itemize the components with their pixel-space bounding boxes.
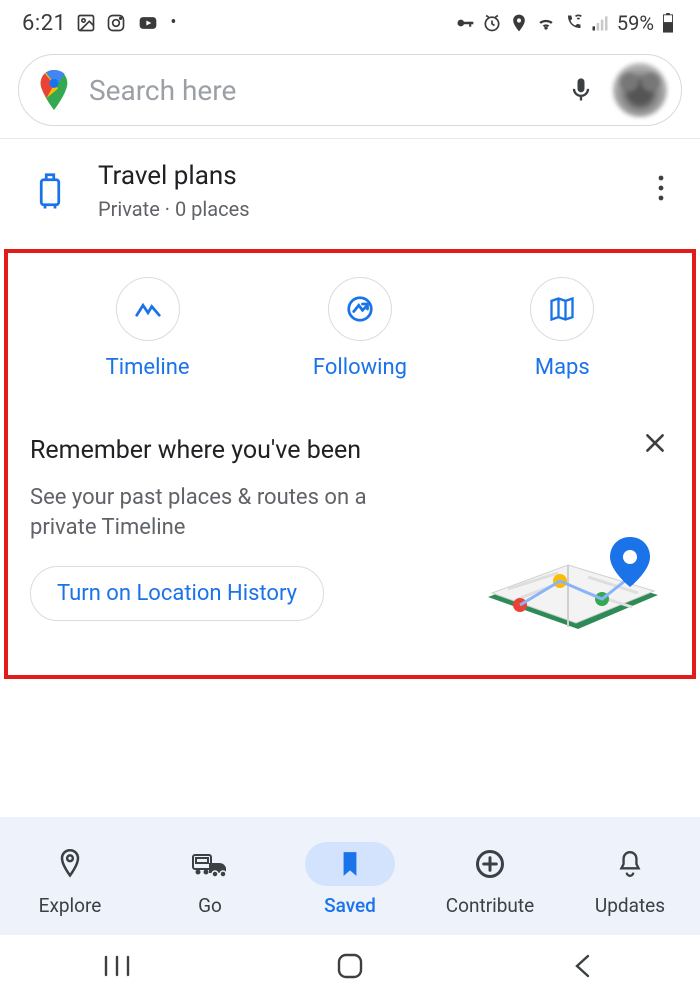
travel-plans-subtitle: Private · 0 places xyxy=(98,197,618,221)
bookmark-icon xyxy=(339,850,361,878)
plus-circle-icon xyxy=(475,849,505,879)
maps-chip[interactable]: Maps xyxy=(530,277,594,380)
timeline-icon xyxy=(133,294,163,324)
profile-avatar[interactable] xyxy=(613,63,667,117)
wifi-calling-icon xyxy=(563,13,583,33)
nav-contribute[interactable]: Contribute xyxy=(425,842,555,917)
go-icon xyxy=(191,849,229,879)
recents-button[interactable] xyxy=(57,955,177,977)
close-icon xyxy=(642,430,668,456)
location-icon xyxy=(509,13,529,33)
map-illustration xyxy=(468,477,678,647)
key-icon xyxy=(455,13,475,33)
signal-icon xyxy=(590,13,610,33)
timeline-chip[interactable]: Timeline xyxy=(106,277,190,380)
maps-pin-icon xyxy=(37,70,71,110)
status-bar: 6:21 • 59% xyxy=(0,0,700,40)
search-input[interactable] xyxy=(89,74,549,107)
mic-icon[interactable] xyxy=(567,72,595,108)
youtube-icon xyxy=(136,13,160,33)
more-menu-button[interactable] xyxy=(646,175,676,207)
turn-on-location-history-button[interactable]: Turn on Location History xyxy=(30,566,324,621)
nav-saved[interactable]: Saved xyxy=(285,842,415,917)
close-promo-button[interactable] xyxy=(642,430,668,460)
following-label: Following xyxy=(313,355,407,380)
android-soft-keys xyxy=(0,935,700,997)
home-button[interactable] xyxy=(290,952,410,980)
battery-percent: 59% xyxy=(617,11,654,35)
nav-go[interactable]: Go xyxy=(145,842,275,917)
back-button[interactable] xyxy=(523,953,643,979)
maps-label: Maps xyxy=(535,355,590,380)
bell-icon xyxy=(617,849,643,879)
travel-plans-row[interactable]: Travel plans Private · 0 places xyxy=(0,139,700,243)
battery-icon xyxy=(658,13,678,33)
wifi-icon xyxy=(536,13,556,33)
alarm-icon xyxy=(482,13,502,33)
timeline-label: Timeline xyxy=(106,355,190,380)
nav-go-label: Go xyxy=(198,894,222,917)
highlighted-region: Timeline Following Maps Remember where y… xyxy=(4,249,696,679)
status-time: 6:21 xyxy=(22,11,66,36)
nav-saved-label: Saved xyxy=(324,894,376,917)
instagram-icon xyxy=(106,13,126,33)
promo-subtitle: See your past places & routes on a priva… xyxy=(30,483,430,542)
promo-title: Remember where you've been xyxy=(30,436,670,465)
status-right: 59% xyxy=(455,11,678,35)
travel-plans-title: Travel plans xyxy=(98,161,618,191)
following-icon xyxy=(345,294,375,324)
explore-pin-icon xyxy=(56,848,84,880)
nav-explore-label: Explore xyxy=(39,894,102,917)
map-icon xyxy=(548,295,576,323)
bottom-nav: Explore Go Saved Contribute Updates xyxy=(0,817,700,935)
nav-contribute-label: Contribute xyxy=(446,894,534,917)
nav-updates[interactable]: Updates xyxy=(565,842,695,917)
nav-explore[interactable]: Explore xyxy=(5,842,135,917)
photo-icon xyxy=(76,13,96,33)
luggage-icon xyxy=(35,171,65,211)
following-chip[interactable]: Following xyxy=(313,277,407,380)
search-bar[interactable] xyxy=(18,54,682,126)
nav-updates-label: Updates xyxy=(595,894,665,917)
